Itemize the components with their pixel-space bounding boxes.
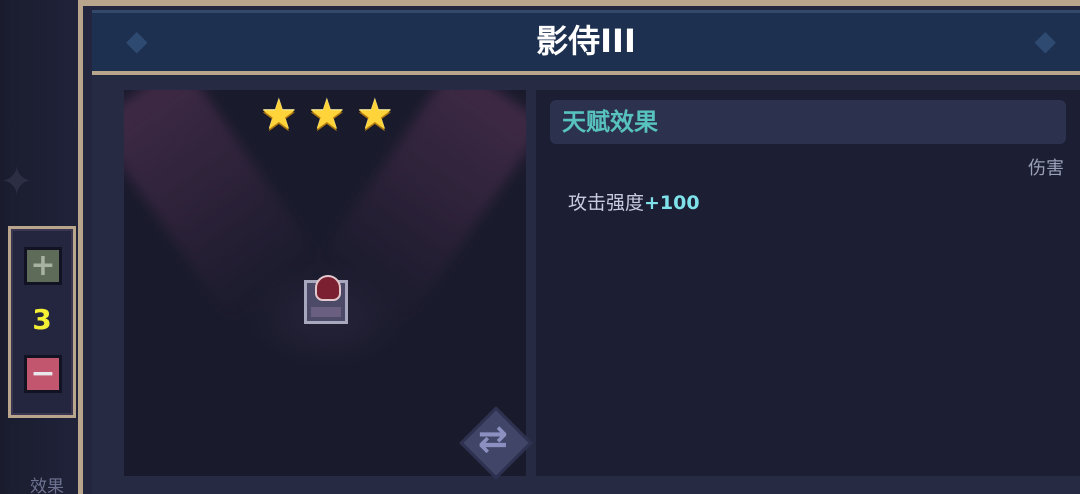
artifact-gem [315, 275, 341, 301]
effect-value: +100 [644, 192, 700, 214]
game-screen: ✦ 效果 + 3 − ◆ 影侍III ◆ ★ ★ ★ ⇄ 天赋效果 伤害 攻击强… [0, 0, 1080, 494]
sparkle-icon: ✦ [0, 159, 34, 205]
quantity-stepper: + 3 − [8, 226, 76, 418]
ornament-right-icon: ◆ [1034, 24, 1056, 57]
talent-header: 天赋效果 [550, 100, 1066, 144]
star-icon: ★ [260, 90, 298, 139]
decrement-button[interactable]: − [24, 355, 62, 393]
artifact-item-icon[interactable] [304, 275, 348, 324]
quantity-value: 3 [32, 303, 52, 336]
star-icon: ★ [308, 90, 346, 139]
title-bar: ◆ 影侍III ◆ [92, 10, 1080, 75]
left-effect-label: 效果 [30, 477, 64, 494]
effect-label: 攻击强度 [568, 192, 645, 214]
swap-icon: ⇄ [477, 419, 509, 460]
talent-info-panel: 天赋效果 伤害 攻击强度+100 [536, 90, 1080, 476]
dialog-top-trim [78, 0, 1080, 6]
talent-effect-line: 攻击强度+100 [568, 188, 700, 215]
dialog-title: 影侍III [536, 22, 636, 60]
star-icon: ★ [356, 90, 394, 139]
talent-header-title: 天赋效果 [562, 108, 658, 136]
swap-button[interactable]: ⇄ [458, 405, 533, 480]
increment-button[interactable]: + [24, 247, 62, 285]
artifact-base [311, 307, 341, 317]
star-rating: ★ ★ ★ [254, 94, 404, 136]
talent-category-tag: 伤害 [1028, 158, 1064, 179]
